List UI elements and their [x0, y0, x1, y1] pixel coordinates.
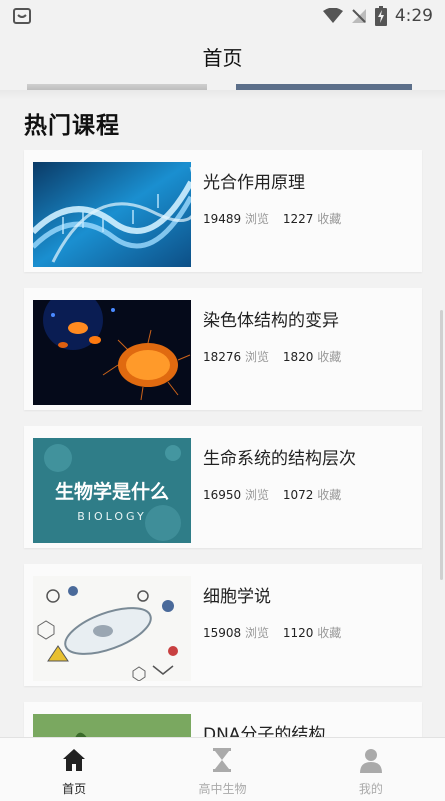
- course-stats: 19489 浏览 1227 收藏: [203, 210, 341, 227]
- nav-label: 首页: [62, 782, 87, 796]
- nav-label: 我的: [358, 782, 383, 796]
- status-time: 4:29: [394, 6, 433, 26]
- course-list[interactable]: 光合作用原理 19489 浏览 1227 收藏 染色体结构的变异 18276 浏…: [0, 150, 445, 738]
- scrollbar[interactable]: [440, 310, 443, 580]
- favorite-label: 收藏: [317, 626, 342, 640]
- course-thumbnail-dna-structure[interactable]: [33, 714, 191, 738]
- app-notification-icon: [12, 6, 32, 26]
- course-card[interactable]: 细胞学说 15908 浏览 1120 收藏: [24, 564, 422, 686]
- app-header: 首页: [0, 32, 445, 84]
- favorite-label: 收藏: [317, 212, 342, 226]
- user-icon: [359, 749, 382, 773]
- favorite-label: 收藏: [317, 350, 342, 364]
- course-stats: 18276 浏览 1820 收藏: [203, 348, 341, 365]
- hourglass-icon: [213, 748, 232, 772]
- course-thumbnail-biology[interactable]: 生物学是什么 BIOLOGY: [33, 438, 191, 543]
- view-count: 15908: [203, 626, 242, 640]
- view-label: 浏览: [245, 488, 270, 502]
- page-title: 首页: [202, 46, 243, 70]
- course-thumbnail-dna[interactable]: [33, 162, 191, 267]
- course-card[interactable]: 生物学是什么 BIOLOGY 生命系统的结构层次 16950 浏览 1072 收…: [24, 426, 422, 548]
- status-icons: 4:29: [322, 5, 433, 27]
- view-count: 19489: [203, 212, 242, 226]
- course-thumbnail-cell[interactable]: [33, 576, 191, 681]
- course-title: DNA分子的结构: [203, 725, 326, 738]
- view-label: 浏览: [245, 212, 270, 226]
- nav-high-school-biology[interactable]: 高中生物: [148, 738, 296, 801]
- thumbnail-title: 生物学是什么: [55, 480, 169, 503]
- home-icon: [63, 749, 86, 771]
- favorite-count: 1227: [282, 212, 314, 226]
- favorite-label: 收藏: [317, 488, 342, 502]
- favorite-count: 1120: [282, 626, 314, 640]
- course-stats: 16950 浏览 1072 收藏: [203, 486, 341, 503]
- course-card[interactable]: 染色体结构的变异 18276 浏览 1820 收藏: [24, 288, 422, 410]
- view-label: 浏览: [245, 626, 270, 640]
- signal-off-icon: [351, 9, 366, 23]
- view-label: 浏览: [245, 350, 270, 364]
- battery-charging-icon: [374, 6, 387, 26]
- bottom-nav: 首页 高中生物 我的: [0, 737, 445, 801]
- favorite-count: 1072: [282, 488, 314, 502]
- course-title: 细胞学说: [203, 587, 271, 607]
- course-thumbnail-bacteria[interactable]: [33, 300, 191, 405]
- view-count: 18276: [203, 350, 242, 364]
- nav-label: 高中生物: [198, 782, 247, 796]
- course-title: 光合作用原理: [203, 173, 305, 193]
- thumbnail-subtitle: BIOLOGY: [77, 510, 147, 523]
- banner-divider: [0, 90, 445, 100]
- nav-home[interactable]: 首页: [0, 738, 148, 801]
- course-card[interactable]: 光合作用原理 19489 浏览 1227 收藏: [24, 150, 422, 272]
- status-bar: 4:29: [0, 0, 445, 32]
- wifi-icon: [322, 8, 343, 23]
- course-title: 生命系统的结构层次: [203, 449, 356, 469]
- view-count: 16950: [203, 488, 242, 502]
- section-title: 热门课程: [24, 113, 120, 139]
- course-title: 染色体结构的变异: [203, 311, 339, 331]
- favorite-count: 1820: [282, 350, 314, 364]
- course-stats: 15908 浏览 1120 收藏: [203, 624, 341, 641]
- course-card[interactable]: DNA分子的结构: [24, 702, 422, 738]
- nav-profile[interactable]: 我的: [297, 738, 445, 801]
